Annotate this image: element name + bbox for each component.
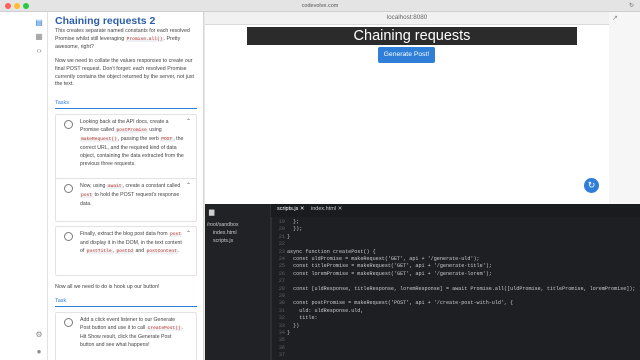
code-icon[interactable]: ‹› [34, 46, 44, 56]
line-number: 21 [278, 233, 285, 240]
line-number: 37 [278, 352, 285, 359]
line-number: 25 [278, 263, 285, 270]
line-number: 24 [278, 256, 285, 262]
task-checkbox[interactable] [64, 232, 73, 241]
task-text: Finally, extract the blog post data from… [80, 231, 183, 255]
lesson-title: Chaining requests 2 [55, 15, 156, 27]
task-card-3[interactable]: ⌃ Finally, extract the blog post data fr… [55, 226, 197, 276]
task-heading: Task [55, 298, 67, 304]
task-text: Now, using await, create a constant call… [80, 183, 181, 208]
line-number: 26 [278, 270, 285, 277]
code-line: }) [287, 322, 300, 329]
tab-scripts-js[interactable]: scripts.js ✕ [277, 206, 305, 212]
code-line: title: [287, 315, 318, 322]
address-bar[interactable]: codevolve.com [270, 2, 370, 10]
open-external-icon[interactable]: ↗ [612, 14, 618, 22]
tab-index-html[interactable]: index.html ✕ [311, 206, 342, 212]
lesson-outro: Now all we need to do is hook up our but… [55, 284, 160, 290]
window-titlebar: codevolve.com ↻ [0, 0, 640, 12]
line-number: 30 [278, 300, 285, 307]
line-number: 33 [278, 322, 285, 329]
minimize-window-button[interactable] [14, 3, 20, 9]
line-number: 19 [278, 219, 285, 225]
code-line: const loremPromise = makeRequest('GET', … [287, 270, 492, 277]
file-scripts-js[interactable]: scripts.js [213, 238, 233, 244]
line-number: 29 [278, 293, 285, 299]
preview-address-bar: localhost:8080 [205, 12, 609, 25]
layout-icon[interactable]: ▦ [34, 32, 44, 42]
line-number: 32 [278, 315, 285, 322]
preview-banner: Chaining requests [247, 27, 577, 45]
chevron-up-icon[interactable]: ⌃ [186, 182, 191, 189]
file-index-html[interactable]: index.html [213, 230, 237, 236]
sidebar-icon[interactable]: ▤ [34, 18, 44, 28]
reload-icon[interactable]: ↻ [629, 2, 634, 9]
line-number: 27 [278, 278, 285, 285]
code-line: const [uldResponse, titleResponse, lorem… [287, 285, 636, 292]
line-number: 31 [278, 307, 285, 314]
generate-post-button[interactable]: Generate Post! [378, 47, 435, 63]
code-line: } [287, 330, 291, 336]
code-line: const titlePromise = makeRequest('GET', … [287, 263, 492, 270]
code-line: const postPromise = makeRequest('POST', … [287, 300, 514, 307]
code-line: async function createPost() { [287, 248, 376, 255]
lesson-intro-2: Now we need to collate the values respon… [55, 58, 194, 88]
close-icon[interactable]: ✕ [338, 206, 343, 212]
dot-icon[interactable]: ● [34, 347, 44, 357]
code-editor[interactable]: 19 }; 20 }); 21} 22 23 async function createP… [271, 217, 640, 360]
task-checkbox[interactable] [64, 184, 73, 193]
tasks-heading: Tasks [55, 100, 70, 106]
preview-right-gutter [609, 12, 640, 204]
line-number: 22 [278, 241, 285, 248]
line-number: 35 [278, 337, 285, 344]
lesson-intro: This creates separate named constants fo… [55, 28, 190, 50]
task-checkbox[interactable] [64, 318, 73, 327]
code-line: } [287, 233, 291, 240]
chevron-up-icon[interactable]: ⌃ [186, 118, 191, 125]
left-margin [0, 12, 30, 360]
preview-heading: Chaining requests [353, 28, 471, 44]
task-checkbox[interactable] [64, 120, 73, 129]
lesson-panel: Chaining requests 2 This creates separat… [48, 12, 204, 360]
line-number: 36 [278, 344, 285, 351]
code-line: const uldPromise = makeRequest('GET', ap… [287, 256, 480, 262]
line-number: 23 [278, 248, 285, 255]
folder-icon[interactable]: ▆ [209, 208, 214, 216]
folder-path[interactable]: /root/sandbox [207, 222, 238, 228]
editor-tabs: scripts.js ✕ index.html ✕ [271, 204, 640, 217]
line-number: 34 [278, 330, 285, 336]
task-divider [55, 306, 197, 307]
line-number: 20 [278, 226, 285, 233]
tool-rail: ▤ ▦ ‹› ⚙ ● [30, 12, 48, 360]
close-icon[interactable]: ✕ [300, 206, 305, 212]
code-line: uld: uldResponse.uld, [287, 307, 364, 314]
zoom-window-button[interactable] [23, 3, 29, 9]
task-text: Looking back at the API docs, create a P… [80, 119, 184, 168]
task-card-2[interactable]: ⌃ Now, using await, create a constant ca… [55, 178, 197, 222]
line-number: 28 [278, 285, 285, 292]
close-window-button[interactable] [5, 3, 11, 9]
refresh-preview-icon[interactable]: ↻ [584, 178, 599, 193]
task-text: Add a click event listener to our Genera… [80, 317, 184, 349]
task-card-final[interactable]: Add a click event listener to our Genera… [55, 312, 197, 360]
tasks-divider [55, 108, 197, 109]
chevron-up-icon[interactable]: ⌃ [186, 230, 191, 237]
gear-icon[interactable]: ⚙ [34, 330, 44, 340]
code-line: }; [287, 219, 300, 225]
preview-location[interactable]: localhost:8080 [205, 14, 609, 21]
code-line: }); [287, 226, 303, 233]
